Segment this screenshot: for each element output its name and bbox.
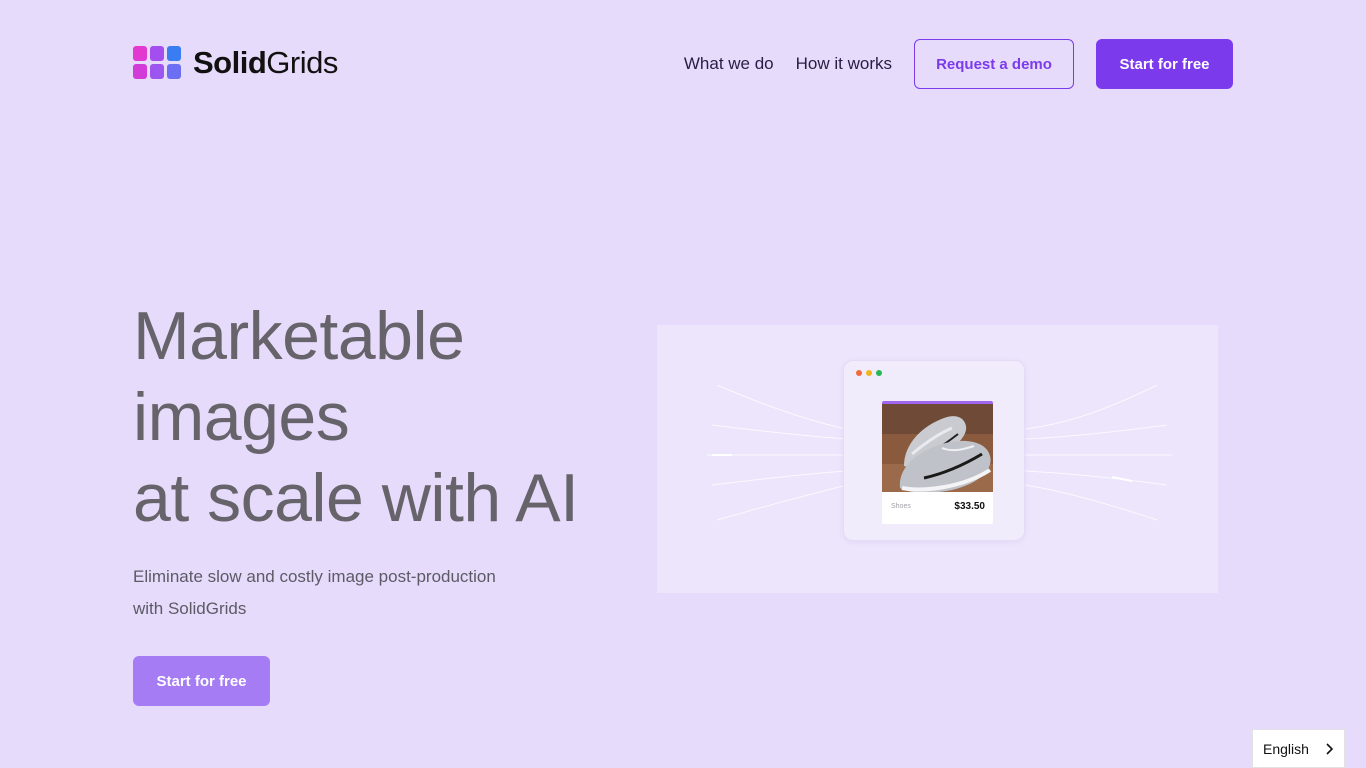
hero-title-line-2: images bbox=[133, 379, 350, 455]
language-selector[interactable]: English bbox=[1252, 729, 1345, 768]
maximize-dot-icon bbox=[876, 370, 882, 376]
browser-window: Shoes $33.50 bbox=[843, 360, 1025, 541]
header-start-free-button[interactable]: Start for free bbox=[1096, 39, 1233, 89]
nav-link-how-it-works[interactable]: How it works bbox=[796, 39, 892, 89]
window-controls bbox=[856, 370, 882, 376]
hero-subtitle: Eliminate slow and costly image post-pro… bbox=[133, 561, 553, 625]
logo[interactable]: SolidGrids bbox=[133, 46, 338, 80]
hero-title: Marketable images at scale with AI bbox=[133, 296, 653, 539]
product-price: $33.50 bbox=[954, 501, 985, 512]
logo-text: SolidGrids bbox=[193, 46, 338, 80]
close-dot-icon bbox=[856, 370, 862, 376]
hero-subtitle-line-2: with SolidGrids bbox=[133, 599, 247, 618]
grid-logo-icon bbox=[133, 46, 181, 80]
language-selector-value: English bbox=[1263, 740, 1309, 757]
hero-start-free-button[interactable]: Start for free bbox=[133, 656, 270, 706]
product-card: Shoes $33.50 bbox=[882, 401, 993, 524]
chevron-right-icon bbox=[1326, 742, 1334, 755]
nav-link-what-we-do[interactable]: What we do bbox=[684, 39, 774, 89]
logo-text-bold: Solid bbox=[193, 45, 267, 80]
product-illustration: Shoes $33.50 bbox=[657, 325, 1218, 593]
site-header: SolidGrids What we do How it works Reque… bbox=[0, 0, 1366, 128]
hero-subtitle-line-1: Eliminate slow and costly image post-pro… bbox=[133, 567, 496, 586]
hero-title-line-3: at scale with AI bbox=[133, 460, 579, 536]
product-label: Shoes bbox=[891, 503, 911, 510]
minimize-dot-icon bbox=[866, 370, 872, 376]
logo-text-light: Grids bbox=[266, 45, 338, 80]
hero-title-line-1: Marketable bbox=[133, 298, 465, 374]
main-nav: What we do How it works Request a demo S… bbox=[684, 39, 1233, 89]
request-demo-button[interactable]: Request a demo bbox=[914, 39, 1074, 89]
sneakers-photo-icon bbox=[882, 404, 993, 492]
